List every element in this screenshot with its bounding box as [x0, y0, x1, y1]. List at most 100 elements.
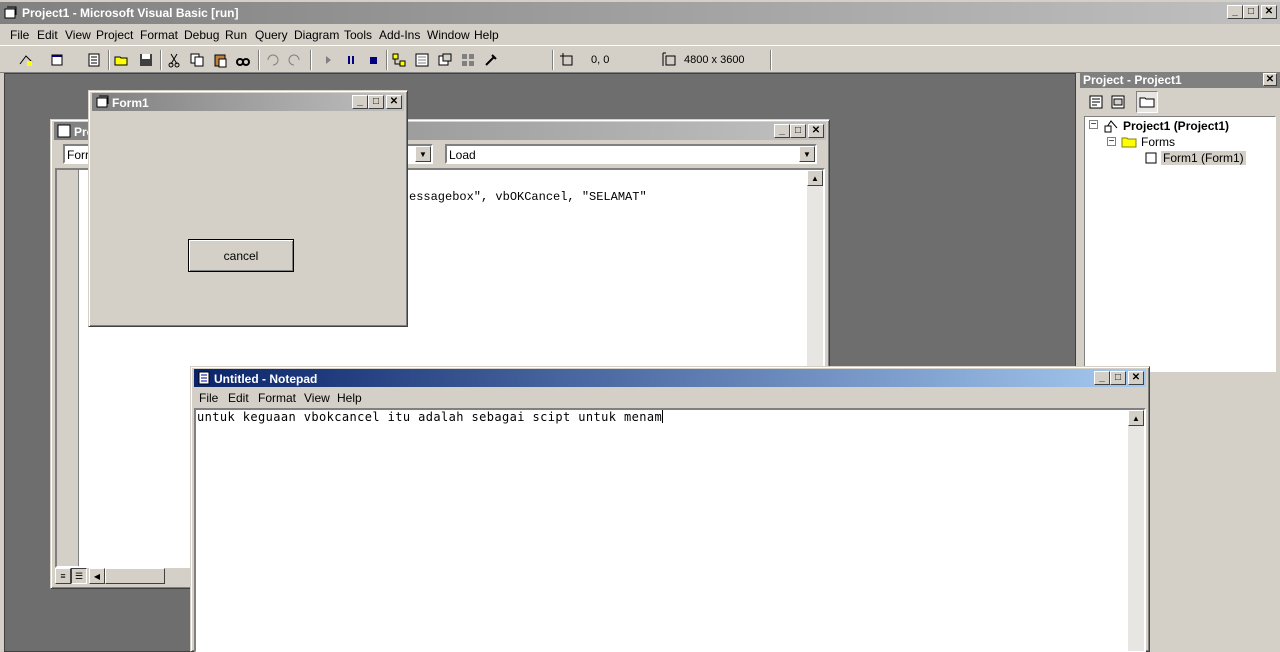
cancel-button[interactable]: cancel [188, 239, 294, 272]
vb-toolbar: 0, 0 4800 x 3600 [0, 45, 1280, 73]
menu-diagram[interactable]: Diagram [294, 28, 339, 42]
tree-form1-node[interactable]: Form1 (Form1) [1161, 151, 1246, 165]
form1-minimize-button[interactable]: _ [352, 95, 368, 109]
view-code-icon[interactable] [1088, 94, 1104, 110]
notepad-menu-view[interactable]: View [304, 391, 330, 405]
menu-edit[interactable]: Edit [37, 28, 58, 42]
project-explorer-icon[interactable] [391, 52, 407, 68]
procedure-combo-value: Load [449, 148, 476, 162]
menu-help[interactable]: Help [474, 28, 499, 42]
menu-debug[interactable]: Debug [184, 28, 219, 42]
menu-file[interactable]: File [10, 28, 29, 42]
notepad-menu-edit[interactable]: Edit [228, 391, 249, 405]
project-explorer-titlebar[interactable]: Project - Project1 ✕ [1080, 72, 1280, 88]
code-minimize-button[interactable]: _ [774, 124, 790, 138]
size-readout: 4800 x 3600 [684, 54, 745, 66]
view-object-icon[interactable] [1110, 94, 1126, 110]
notepad-close-button[interactable]: ✕ [1128, 371, 1144, 385]
vb-title: Project1 - Microsoft Visual Basic [run] [22, 6, 239, 20]
notepad-text-area[interactable]: untuk keguaan vbokcancel itu adalah seba… [194, 408, 1146, 652]
notepad-vscrollbar[interactable]: ▲ [1128, 410, 1144, 651]
vb-titlebar[interactable]: Project1 - Microsoft Visual Basic [run] … [0, 2, 1280, 24]
menu-run[interactable]: Run [225, 28, 247, 42]
menu-window[interactable]: Window [427, 28, 470, 42]
paste-icon[interactable] [212, 52, 228, 68]
procedure-view-icon[interactable]: ≡ [55, 568, 71, 584]
find-icon[interactable] [235, 52, 251, 68]
toggle-folders-icon[interactable] [1139, 94, 1155, 110]
form-layout-icon[interactable] [437, 52, 453, 68]
notepad-titlebar[interactable]: Untitled - Notepad _ □ ✕ [194, 369, 1146, 387]
position-readout: 0, 0 [591, 54, 610, 66]
collapse-forms-icon[interactable]: − [1107, 137, 1116, 147]
notepad-menu-file[interactable]: File [199, 391, 218, 405]
maximize-button[interactable]: □ [1243, 5, 1259, 19]
code-view-toggles: ≡ ☰ ◀ [55, 568, 193, 584]
object-browser-icon[interactable] [460, 52, 476, 68]
break-icon[interactable] [343, 52, 359, 68]
project-tree: − Project1 (Project1) − Forms Form1 (For… [1084, 116, 1276, 372]
project-icon [1104, 120, 1118, 133]
notepad-minimize-button[interactable]: _ [1094, 371, 1110, 385]
copy-icon[interactable] [189, 52, 205, 68]
redo-icon[interactable] [287, 52, 303, 68]
form1-window: Form1 _ □ ✕ cancel [88, 90, 408, 327]
notepad-menubar: File Edit Format View Help [194, 388, 1144, 408]
project-explorer-toolbar [1080, 89, 1280, 115]
code-line: essagebox", vbOKCancel, "SELAMAT" [409, 190, 647, 204]
form-icon [1145, 152, 1157, 164]
notepad-title: Untitled - Notepad [214, 372, 318, 386]
scroll-left-icon[interactable]: ◀ [89, 568, 105, 584]
code-window-icon [57, 124, 71, 138]
project-explorer: Project - Project1 ✕ − Project1 (Project… [1080, 72, 1280, 372]
notepad-maximize-button[interactable]: □ [1110, 371, 1126, 385]
close-button[interactable]: ✕ [1261, 5, 1277, 19]
form1-close-button[interactable]: ✕ [386, 95, 402, 109]
menu-editor-icon[interactable] [86, 52, 102, 68]
collapse-icon[interactable]: − [1089, 120, 1098, 130]
tree-forms-node[interactable]: Forms [1141, 135, 1175, 149]
undo-icon[interactable] [264, 52, 280, 68]
chevron-down-icon[interactable]: ▼ [415, 146, 431, 162]
scroll-up-icon[interactable]: ▲ [807, 170, 823, 186]
notepad-text: untuk keguaan vbokcancel itu adalah seba… [197, 410, 664, 424]
code-maximize-button[interactable]: □ [790, 124, 806, 138]
form1-titlebar[interactable]: Form1 _ □ ✕ [92, 93, 404, 111]
menu-query[interactable]: Query [255, 28, 288, 42]
text-caret [662, 410, 664, 423]
minimize-button[interactable]: _ [1227, 5, 1243, 19]
chevron-down-icon[interactable]: ▼ [799, 146, 815, 162]
hscroll-thumb[interactable] [105, 568, 165, 584]
toolbox-icon[interactable] [483, 52, 499, 68]
notepad-menu-format[interactable]: Format [258, 391, 296, 405]
add-form-icon[interactable] [50, 52, 66, 68]
properties-icon[interactable] [414, 52, 430, 68]
start-icon[interactable] [320, 52, 336, 68]
open-icon[interactable] [114, 52, 130, 68]
tree-project-node[interactable]: Project1 (Project1) [1123, 119, 1229, 133]
position-icon [560, 53, 573, 66]
menu-project[interactable]: Project [96, 28, 133, 42]
size-icon [662, 52, 676, 66]
end-icon[interactable] [366, 52, 382, 68]
notepad-menu-help[interactable]: Help [337, 391, 362, 405]
save-icon[interactable] [138, 52, 154, 68]
menu-tools[interactable]: Tools [344, 28, 372, 42]
form1-title: Form1 [112, 96, 149, 110]
notepad-window: Untitled - Notepad _ □ ✕ File Edit Forma… [190, 366, 1150, 652]
menu-format[interactable]: Format [140, 28, 178, 42]
project-explorer-close-button[interactable]: ✕ [1263, 73, 1277, 86]
object-combo-value: Forr [67, 148, 89, 162]
form1-maximize-button[interactable]: □ [368, 95, 384, 109]
code-close-button[interactable]: ✕ [808, 124, 824, 138]
menu-view[interactable]: View [65, 28, 91, 42]
full-module-view-icon[interactable]: ☰ [71, 568, 87, 584]
project-explorer-title: Project - Project1 [1083, 73, 1182, 87]
menu-addins[interactable]: Add-Ins [379, 28, 420, 42]
form1-icon [96, 95, 109, 108]
add-project-icon[interactable] [18, 52, 34, 68]
procedure-combo[interactable]: Load ▼ [445, 144, 817, 164]
scroll-up-icon[interactable]: ▲ [1128, 410, 1144, 426]
folder-icon [1121, 137, 1137, 148]
cut-icon[interactable] [166, 52, 182, 68]
